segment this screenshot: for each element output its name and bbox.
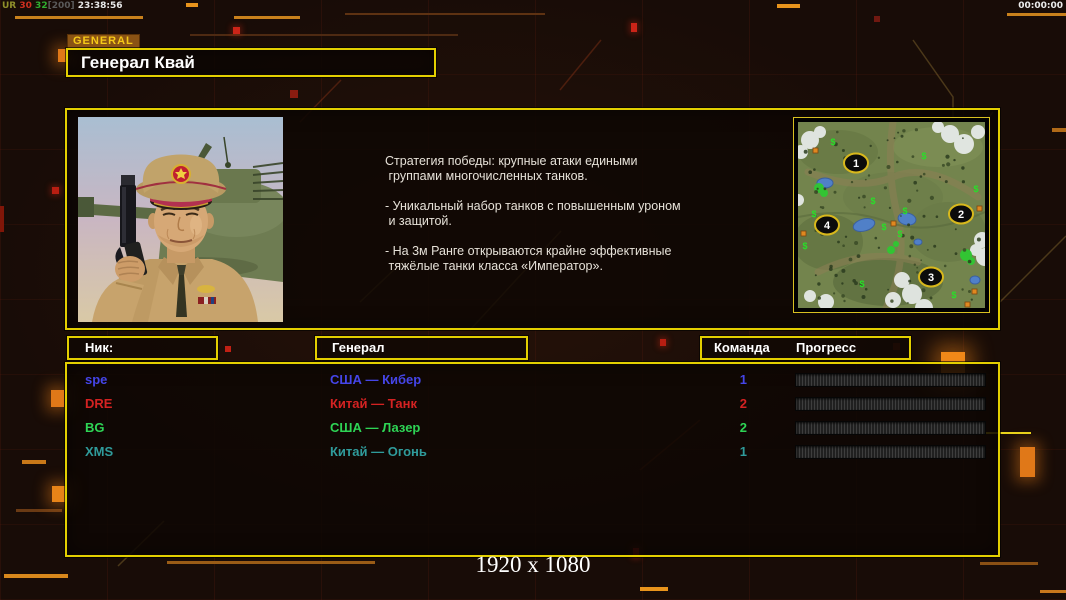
- svg-text:1: 1: [853, 158, 859, 170]
- table-row[interactable]: BG США — Лазер 2: [67, 416, 998, 440]
- crate-marker: [812, 147, 819, 154]
- debug-stat: 23:38:56: [74, 1, 123, 11]
- supply-dollar-marker: $: [811, 209, 816, 219]
- player-team: 2: [739, 396, 747, 411]
- column-header-progress: Прогресс: [796, 340, 857, 355]
- deco-square: [51, 390, 64, 407]
- supply-dollar-marker: $: [881, 222, 886, 232]
- crate-marker: [800, 230, 807, 237]
- deco-square: [0, 206, 4, 232]
- deco-square: [233, 27, 240, 34]
- supply-dollar-marker: $: [973, 184, 978, 194]
- deco-square: [631, 23, 637, 32]
- deco-dash: [22, 460, 46, 464]
- column-header-team: Команда: [714, 340, 770, 355]
- supply-dollar-marker: $: [897, 229, 902, 239]
- start-position-marker: 1: [843, 152, 869, 174]
- table-row[interactable]: spe США — Кибер 1: [67, 368, 998, 392]
- supply-dollar-marker: $: [951, 290, 956, 300]
- description-paragraph: Стратегия победы: крупные атаки едиными …: [385, 154, 638, 183]
- debug-stat: UR: [2, 1, 17, 11]
- supply-dollar-marker: $: [921, 151, 926, 161]
- table-row[interactable]: XMS Китай — Огонь 1: [67, 440, 998, 464]
- player-general: США — Лазер: [330, 420, 421, 435]
- deco-dash: [1007, 13, 1066, 16]
- resolution-label: 1920 x 1080: [475, 552, 591, 577]
- player-team: 2: [739, 420, 747, 435]
- crate-marker: [890, 220, 897, 227]
- deco-square: [225, 346, 231, 352]
- deco-dash: [234, 16, 300, 19]
- description: Стратегия победы: крупные атаки едиными …: [385, 154, 730, 289]
- deco-dash: [15, 16, 143, 19]
- player-team: 1: [739, 444, 747, 459]
- supply-dollar-marker: $: [830, 137, 835, 147]
- player-nick: DRE: [85, 396, 113, 411]
- crate-marker: [964, 301, 971, 308]
- table-row[interactable]: DRE Китай — Танк 2: [67, 392, 998, 416]
- deco-dash: [1040, 590, 1066, 593]
- deco-dash: [345, 13, 545, 15]
- deco-square: [1020, 447, 1035, 477]
- progress-bar: [795, 421, 986, 435]
- deco-dash: [16, 509, 62, 512]
- tab-general[interactable]: GENERAL: [67, 34, 140, 49]
- progress-bar: [795, 397, 986, 411]
- column-header-team-progress: Команда Прогресс: [700, 336, 911, 360]
- page-title: Генерал Квай: [66, 48, 436, 77]
- svg-text:3: 3: [928, 272, 934, 284]
- debug-stat: [200]: [47, 1, 75, 11]
- deco-dash: [190, 34, 458, 36]
- minimap: $ $ $ $ $ $ $ $ $ $ $1 2 3 4: [792, 117, 994, 317]
- progress-bar: [795, 373, 986, 387]
- svg-text:2: 2: [958, 209, 964, 221]
- supply-dollar-marker: $: [902, 206, 907, 216]
- screen: UR 30 32[200] 23:38:56 00:00:00 GENERAL …: [0, 0, 1066, 600]
- player-team: 1: [739, 372, 747, 387]
- description-paragraph: - Уникальный набор танков с повышенным у…: [385, 199, 681, 228]
- progress-bar: [795, 445, 986, 459]
- deco-dash: [1052, 128, 1066, 132]
- deco-square: [52, 187, 59, 194]
- players-table-panel: spe США — Кибер 1 DRE Китай — Танк 2 BG США — Л…: [65, 362, 1000, 557]
- player-nick: XMS: [85, 444, 114, 459]
- minimap-art: $ $ $ $ $ $ $ $ $ $ $1 2 3 4: [792, 118, 994, 317]
- supply-dollar-marker: $: [859, 279, 864, 289]
- deco-square: [290, 90, 298, 98]
- player-general: США — Кибер: [330, 372, 422, 387]
- start-position-marker: 3: [918, 266, 944, 288]
- supply-dollar-marker: $: [870, 196, 875, 206]
- deco-dash: [777, 4, 800, 8]
- match-timer: 00:00:00: [1018, 1, 1063, 11]
- crate-marker: [976, 205, 983, 212]
- debug-stat: 30: [16, 1, 32, 11]
- table-body: spe США — Кибер 1 DRE Китай — Танк 2 BG США — Л…: [67, 368, 998, 464]
- crate-marker: [971, 288, 978, 295]
- deco-dash: [640, 587, 668, 591]
- deco-dash: [186, 3, 198, 7]
- start-position-marker: 2: [948, 203, 974, 225]
- deco-square: [660, 339, 666, 346]
- general-portrait-art: [78, 117, 283, 322]
- player-general: Китай — Танк: [330, 396, 417, 411]
- svg-text:4: 4: [824, 220, 831, 232]
- debug-stat: 32: [31, 1, 48, 11]
- column-header-general: Генерал: [315, 336, 528, 360]
- player-general: Китай — Огонь: [330, 444, 427, 459]
- player-nick: BG: [85, 420, 105, 435]
- general-portrait: [78, 117, 283, 322]
- player-nick: spe: [85, 372, 108, 387]
- start-position-marker: 4: [814, 214, 840, 236]
- supply-dollar-marker: $: [802, 241, 807, 251]
- deco-square: [874, 16, 880, 22]
- general-info-panel: Стратегия победы: крупные атаки едиными …: [65, 108, 1000, 330]
- description-paragraph: - На 3м Ранге открываются крайне эффекти…: [385, 244, 672, 273]
- debug-stats: UR 30 32[200] 23:38:56: [2, 1, 123, 11]
- column-header-nick: Ник:: [67, 336, 218, 360]
